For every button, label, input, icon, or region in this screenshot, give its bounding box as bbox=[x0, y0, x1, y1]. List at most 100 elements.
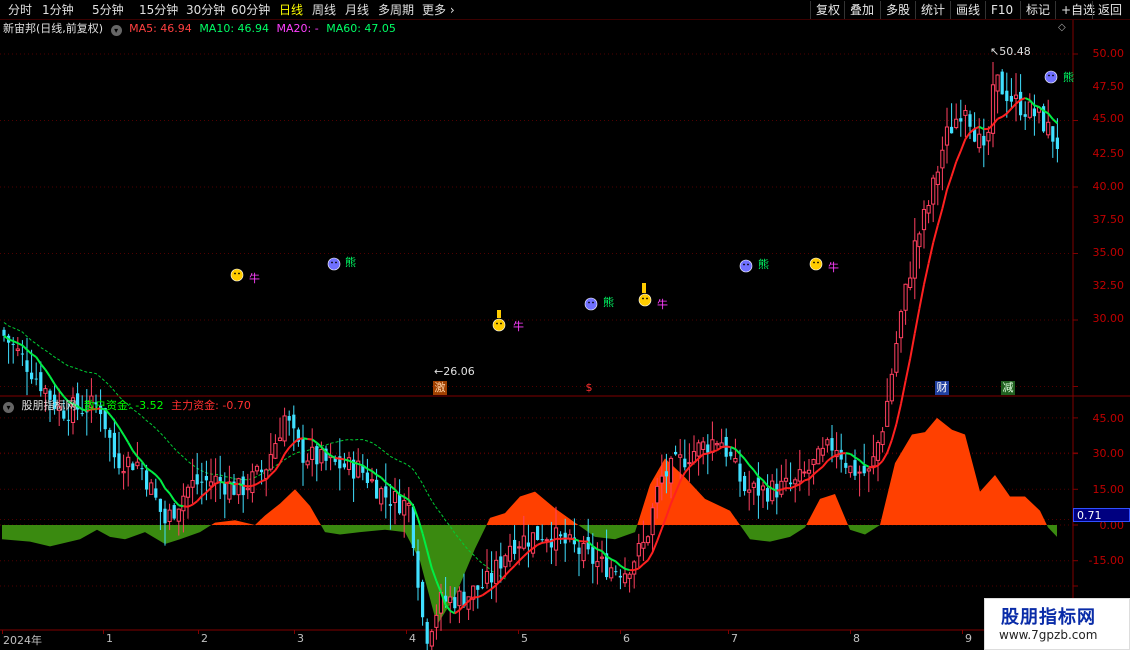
face-eye bbox=[743, 263, 745, 266]
candle-body bbox=[453, 597, 457, 609]
ma-segment bbox=[17, 342, 23, 347]
candle-body bbox=[301, 438, 305, 463]
candle-body bbox=[411, 506, 415, 548]
candle-body bbox=[277, 437, 283, 442]
candle-body bbox=[875, 442, 881, 461]
ma-segment bbox=[826, 456, 833, 462]
candle-body bbox=[779, 480, 784, 495]
candle-body bbox=[521, 535, 526, 549]
date-label: 1 bbox=[106, 632, 113, 645]
arrow-left-icon: ↖ bbox=[990, 45, 1000, 58]
price-axis-label: 37.50 bbox=[1092, 213, 1125, 226]
candle-body bbox=[1027, 101, 1032, 118]
candle-body bbox=[632, 561, 637, 575]
candle-body bbox=[1013, 94, 1019, 99]
face-eye bbox=[642, 297, 644, 300]
bull-label: 牛 bbox=[657, 298, 668, 311]
candle-body bbox=[131, 463, 135, 471]
event-marker-incentive[interactable]: 激 bbox=[433, 381, 447, 395]
ma-segment bbox=[974, 125, 980, 130]
ma-segment bbox=[454, 609, 460, 615]
ma-segment bbox=[726, 445, 731, 449]
candle-body bbox=[889, 373, 894, 402]
candle-body bbox=[429, 631, 434, 647]
ma-segment bbox=[703, 452, 708, 456]
candle-body bbox=[1055, 137, 1059, 149]
candle-body bbox=[935, 171, 940, 186]
candle-body bbox=[365, 472, 369, 483]
face-eye bbox=[592, 301, 594, 304]
ma-segment bbox=[877, 460, 884, 467]
candle-body bbox=[43, 388, 48, 394]
ma-segment bbox=[1047, 112, 1054, 120]
ma-segment bbox=[868, 465, 874, 469]
price-axis-label: 45.00 bbox=[1092, 112, 1125, 125]
candle-body bbox=[793, 479, 798, 485]
bear-label: 熊 bbox=[1063, 71, 1074, 84]
ma-segment bbox=[403, 496, 410, 501]
ma-segment bbox=[913, 308, 921, 334]
candle-body bbox=[559, 534, 563, 537]
candle-body bbox=[305, 460, 310, 466]
ma-segment bbox=[647, 551, 654, 561]
event-marker-dividend[interactable]: $ bbox=[584, 381, 594, 395]
price-axis-label: 30.00 bbox=[1092, 312, 1125, 325]
ma-segment bbox=[651, 540, 659, 553]
ma-segment bbox=[477, 594, 483, 599]
price-axis-label: 42.50 bbox=[1092, 147, 1125, 160]
candle-body bbox=[1032, 108, 1036, 117]
candle-body bbox=[108, 429, 112, 438]
high-price-annotation: ↖50.48 bbox=[990, 45, 1031, 58]
candle-body bbox=[245, 487, 250, 491]
candle-body bbox=[733, 458, 738, 463]
candle-body bbox=[825, 439, 830, 446]
watermark-logo: 股朋指标网 www.7gpzb.com bbox=[984, 598, 1130, 650]
ma-segment bbox=[256, 480, 263, 485]
event-marker-finance[interactable]: 财 bbox=[935, 381, 949, 395]
candle-body bbox=[577, 547, 581, 554]
candle-body bbox=[149, 482, 154, 495]
candle-body bbox=[770, 480, 775, 502]
ma-segment bbox=[173, 499, 180, 507]
candle-body bbox=[517, 546, 522, 549]
ma-segment bbox=[615, 560, 622, 567]
candle-body bbox=[696, 442, 701, 457]
candle-body bbox=[126, 456, 131, 468]
candle-body bbox=[595, 561, 600, 568]
ma-segment bbox=[31, 353, 37, 358]
candle-body bbox=[204, 475, 208, 481]
candle-body bbox=[195, 474, 199, 485]
candle-body bbox=[743, 475, 747, 492]
indicator-title[interactable]: 股朋指标网 bbox=[22, 399, 77, 412]
candle-body bbox=[536, 526, 540, 540]
candle-body bbox=[499, 556, 503, 569]
candle-body bbox=[687, 462, 692, 465]
event-marker-reduce[interactable]: 减 bbox=[1001, 381, 1015, 395]
ma-segment bbox=[936, 208, 944, 226]
candle-body bbox=[406, 502, 411, 506]
chevron-down-icon[interactable]: ▾ bbox=[3, 402, 14, 413]
ma-segment bbox=[518, 555, 525, 562]
ma-segment bbox=[909, 333, 916, 359]
ma-segment bbox=[858, 459, 865, 466]
date-label: 5 bbox=[521, 632, 528, 645]
ma-segment bbox=[44, 369, 51, 378]
kline-chart[interactable] bbox=[0, 0, 1130, 650]
ma-segment bbox=[730, 446, 736, 450]
ma-segment bbox=[790, 485, 796, 490]
ma-segment bbox=[229, 481, 235, 486]
ma-segment bbox=[854, 456, 861, 462]
ma-segment bbox=[950, 161, 958, 177]
ma-segment bbox=[40, 363, 47, 371]
candle-body bbox=[655, 485, 660, 504]
face-eye bbox=[747, 263, 749, 266]
ma-segment bbox=[542, 541, 547, 544]
ma-segment bbox=[1034, 104, 1040, 108]
candle-body bbox=[282, 415, 287, 442]
ma-segment bbox=[716, 446, 723, 452]
candlesticks bbox=[2, 62, 1059, 650]
candle-body bbox=[802, 471, 807, 474]
ma-segment bbox=[523, 551, 530, 557]
candle-body bbox=[683, 458, 687, 468]
ma-segment bbox=[794, 483, 801, 488]
